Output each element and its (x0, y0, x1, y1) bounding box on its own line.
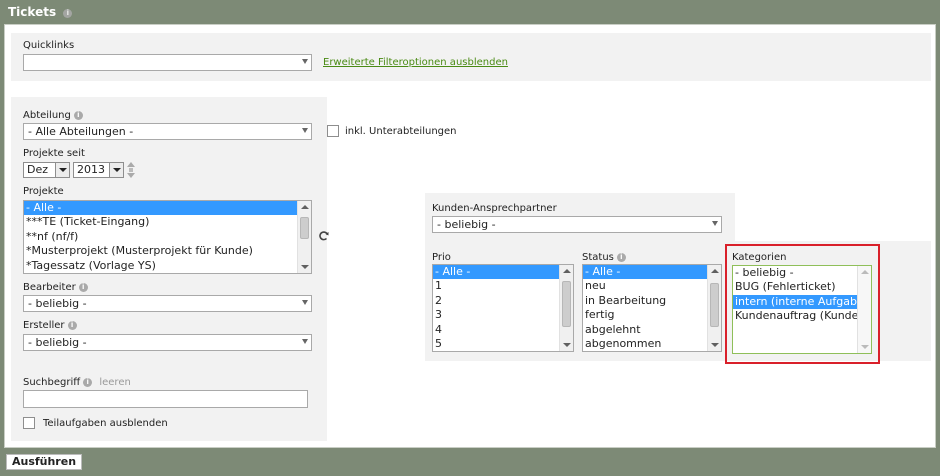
projekte-label: Projekte (23, 186, 64, 197)
list-item[interactable]: abgelehnt (583, 323, 721, 337)
hide-subtasks-checkbox[interactable] (23, 417, 35, 429)
run-button[interactable]: Ausführen (6, 454, 82, 470)
filter-panel: Quicklinks Erweiterte Filteroptionen aus… (4, 24, 936, 448)
kunden-ansprechpartner-label: Kunden-Ansprechpartner (432, 203, 557, 214)
window-title-bar: Tickets i (0, 0, 940, 24)
prio-listbox[interactable]: - Alle -12345 (432, 264, 574, 352)
kategorien-listbox[interactable]: - beliebig - BUG (Fehlerticket) intern (in… (732, 265, 872, 354)
info-icon[interactable]: i (67, 321, 77, 330)
info-icon[interactable]: i (616, 253, 626, 262)
abteilung-select[interactable]: - Alle Abteilungen - (23, 123, 312, 140)
prio-scrollbar[interactable] (559, 265, 573, 351)
search-input[interactable] (23, 390, 308, 408)
bearbeiter-value: - beliebig - (28, 297, 87, 310)
scroll-down-icon[interactable] (301, 265, 309, 269)
list-item[interactable]: 2 (433, 294, 573, 308)
list-item[interactable]: 5 (433, 337, 573, 351)
include-subdepartments-label: inkl. Unterabteilungen (345, 126, 457, 137)
list-item[interactable]: in Bearbeitung (583, 294, 721, 308)
scroll-up-icon[interactable] (301, 205, 309, 209)
hide-subtasks-label: Teilaufgaben ausblenden (43, 418, 168, 429)
quicklinks-select[interactable] (23, 54, 312, 71)
year-value: 2013 (77, 163, 105, 176)
abteilung-label: Abteilung i (23, 110, 83, 121)
scroll-down-icon[interactable] (563, 343, 571, 347)
ersteller-label: Ersteller i (23, 320, 77, 331)
list-item[interactable]: abgenommen (583, 337, 721, 351)
info-icon[interactable]: i (78, 283, 88, 292)
list-item[interactable]: ***TE (Ticket-Eingang) (24, 215, 311, 229)
ersteller-select[interactable]: - beliebig - (23, 334, 312, 351)
list-item[interactable]: Kundenauftrag (Kunde) (733, 309, 871, 323)
list-item[interactable]: neu (583, 279, 721, 293)
year-select[interactable]: 2013 (73, 162, 124, 178)
refresh-icon[interactable] (319, 231, 329, 241)
status-listbox[interactable]: - Alle - neu in Bearbeitung fertig abgelehnt… (582, 264, 722, 352)
scroll-thumb[interactable] (562, 281, 571, 327)
list-item[interactable]: **nf (nf/f) (24, 230, 311, 244)
info-icon[interactable]: i (73, 111, 83, 120)
scroll-thumb[interactable] (300, 217, 309, 239)
kunden-ansprechpartner-value: - beliebig - (437, 218, 496, 231)
projekte-items: - Alle - ***TE (Ticket-Eingang) **nf (nf/f… (24, 201, 311, 273)
include-subdepartments-checkbox[interactable] (327, 125, 339, 137)
chevron-down-icon (55, 163, 69, 177)
info-icon[interactable]: i (63, 9, 73, 18)
list-item[interactable]: fertig (583, 308, 721, 322)
scroll-up-icon[interactable] (861, 270, 869, 274)
quicklinks-label: Quicklinks (23, 40, 75, 51)
window-title: Tickets (8, 5, 57, 19)
suchbegriff-label: Suchbegriff i leeren (23, 377, 131, 388)
bearbeiter-select[interactable]: - beliebig - (23, 295, 312, 312)
abteilung-value: - Alle Abteilungen - (28, 125, 134, 138)
chevron-down-icon (109, 163, 123, 177)
projekte-scrollbar[interactable] (297, 201, 311, 273)
prio-items: - Alle -12345 (433, 265, 573, 351)
kategorien-label: Kategorien (732, 252, 787, 263)
list-item[interactable]: 3 (433, 308, 573, 322)
list-item[interactable]: BUG (Fehlerticket) (733, 280, 871, 294)
status-items: - Alle - neu in Bearbeitung fertig abgelehnt… (583, 265, 721, 351)
list-item[interactable]: 4 (433, 323, 573, 337)
list-item[interactable]: *Musterprojekt (Musterprojekt für Kunde) (24, 244, 311, 258)
status-scrollbar[interactable] (707, 265, 721, 351)
clear-search-link[interactable]: leeren (99, 377, 130, 388)
chevron-down-icon (302, 59, 308, 64)
chevron-down-icon (302, 339, 308, 344)
chevron-down-icon (302, 128, 308, 133)
list-item[interactable]: - Alle - (433, 265, 573, 280)
kategorien-scrollbar[interactable] (857, 266, 871, 353)
list-item[interactable]: *Tagessatz (Vorlage YS) (24, 259, 311, 273)
bearbeiter-label: Bearbeiter i (23, 282, 88, 293)
sort-icon[interactable] (127, 162, 135, 178)
prio-label: Prio (432, 252, 451, 263)
month-select[interactable]: Dez (23, 162, 70, 178)
list-item[interactable]: 1 (433, 279, 573, 293)
scroll-thumb[interactable] (710, 283, 719, 327)
kategorien-items: - beliebig - BUG (Fehlerticket) intern (in… (733, 266, 871, 324)
list-item[interactable]: - Alle - (583, 265, 721, 280)
advanced-filter-toggle-link[interactable]: Erweiterte Filteroptionen ausblenden (323, 57, 508, 68)
chevron-down-icon (302, 300, 308, 305)
info-icon[interactable]: i (83, 378, 93, 387)
quicklinks-section: Quicklinks Erweiterte Filteroptionen aus… (11, 33, 931, 81)
projekte-listbox[interactable]: - Alle - ***TE (Ticket-Eingang) **nf (nf/f… (23, 200, 312, 274)
scroll-up-icon[interactable] (711, 269, 719, 273)
month-value: Dez (27, 163, 49, 176)
list-item[interactable]: - beliebig - (733, 266, 871, 280)
ersteller-value: - beliebig - (28, 336, 87, 349)
scroll-down-icon[interactable] (711, 343, 719, 347)
scroll-down-icon[interactable] (861, 345, 869, 349)
projekte-seit-label: Projekte seit (23, 148, 85, 159)
list-item[interactable]: intern (interne Aufgaben) (733, 294, 871, 310)
list-item[interactable]: - Alle - (24, 201, 311, 216)
scroll-up-icon[interactable] (563, 269, 571, 273)
kunden-ansprechpartner-select[interactable]: - beliebig - (432, 216, 722, 233)
chevron-down-icon (712, 221, 718, 226)
status-label: Status i (582, 252, 626, 263)
